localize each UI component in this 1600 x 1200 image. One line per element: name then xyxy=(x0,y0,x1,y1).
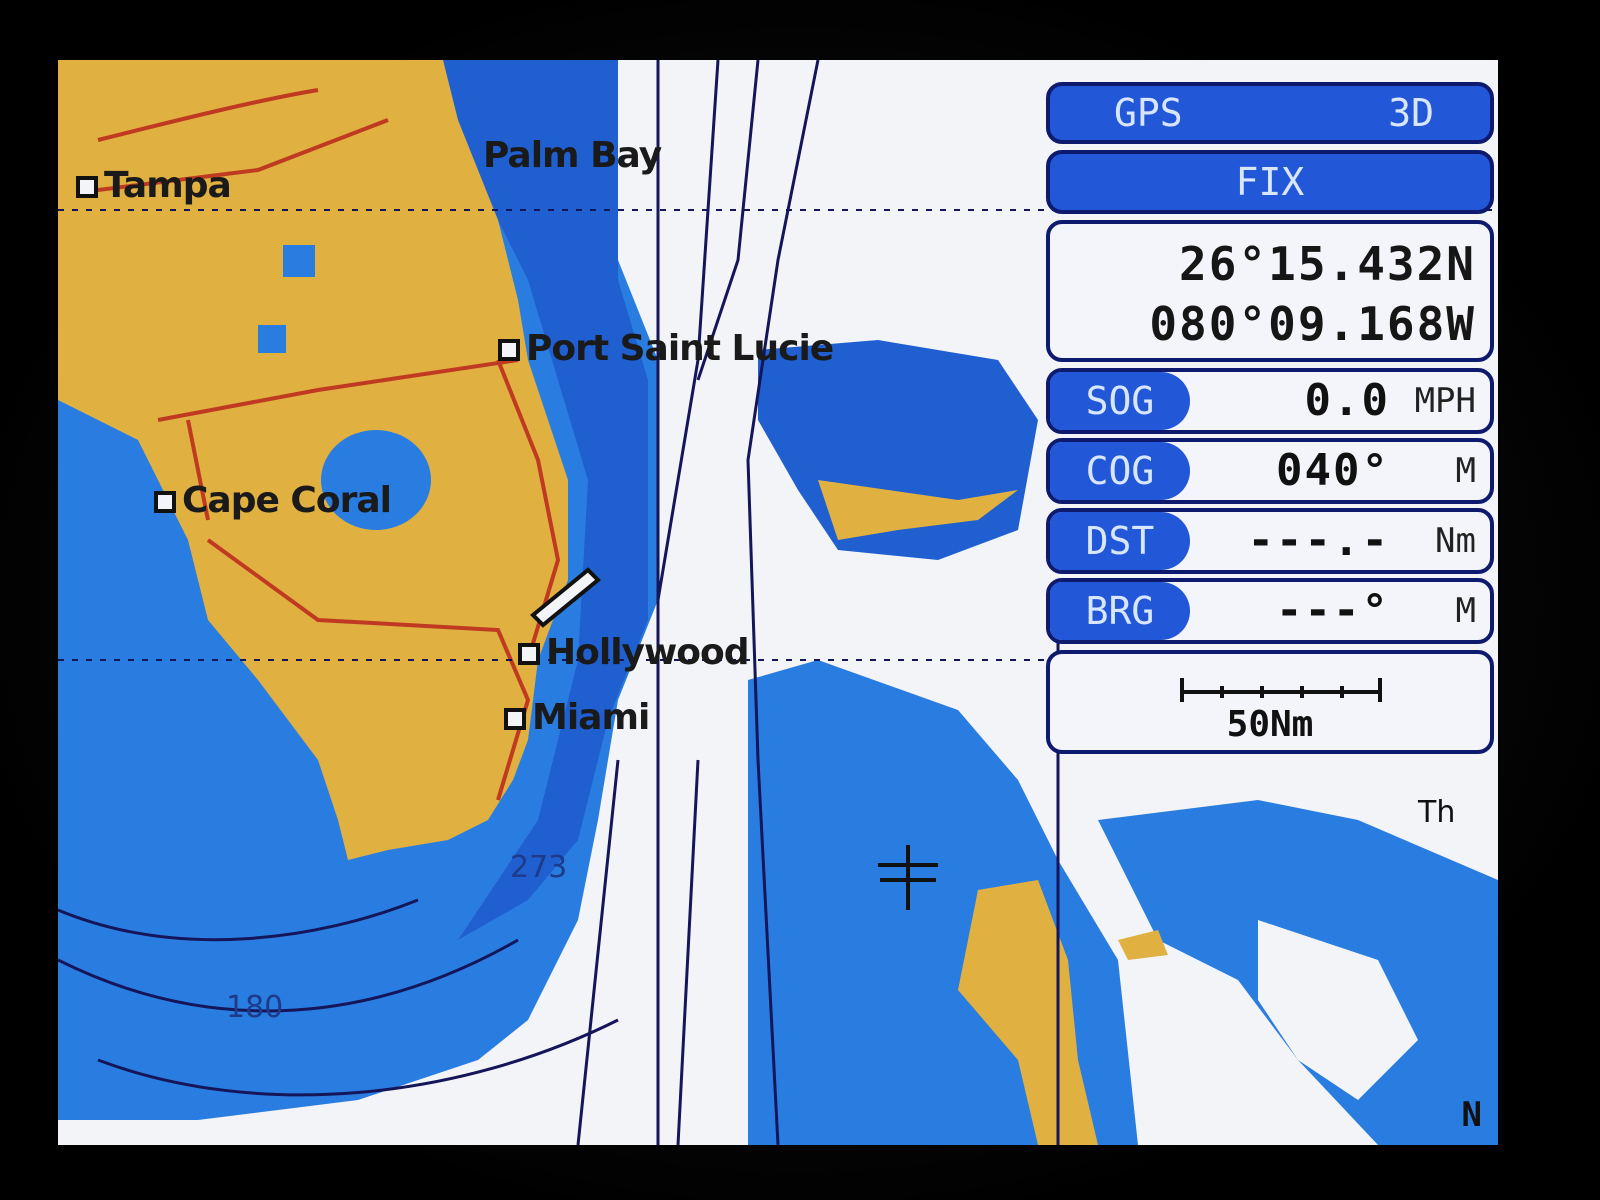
city-marker-icon xyxy=(518,643,540,665)
city-label-palm-bay[interactable]: Palm Bay xyxy=(483,135,662,176)
position-box: 26°15.432N 080°09.168W xyxy=(1046,220,1494,362)
cog-unit: M xyxy=(1455,451,1476,491)
gps-mode: 3D xyxy=(1388,91,1434,135)
scale-box: 50Nm xyxy=(1046,650,1494,754)
sog-unit: MPH xyxy=(1414,381,1476,421)
dst-unit: Nm xyxy=(1435,521,1476,561)
depth-label: 273 xyxy=(510,850,568,885)
cog-label: COG xyxy=(1050,442,1190,500)
sog-value: 0.0 xyxy=(1304,375,1390,426)
city-label-miami[interactable]: Miami xyxy=(504,697,650,738)
sog-label: SOG xyxy=(1050,372,1190,430)
dst-label: DST xyxy=(1050,512,1190,570)
city-marker-icon xyxy=(498,339,520,361)
inland-lake xyxy=(283,245,315,277)
fix-status-box: FIX xyxy=(1046,150,1494,214)
brg-value: ---° xyxy=(1276,585,1390,636)
latitude: 26°15.432N xyxy=(1179,237,1476,291)
cog-row[interactable]: COG 040° M xyxy=(1046,438,1494,504)
cog-value: 040° xyxy=(1276,445,1390,496)
north-up-indicator[interactable]: N xyxy=(1462,1095,1482,1135)
longitude: 080°09.168W xyxy=(1149,297,1476,351)
chart-screen[interactable]: Tampa Palm Bay Port Saint Lucie Cape Cor… xyxy=(58,60,1498,1145)
city-label-hollywood[interactable]: Hollywood xyxy=(518,632,749,673)
depth-label: 180 xyxy=(226,990,284,1025)
city-label-cape-coral[interactable]: Cape Coral xyxy=(154,480,392,521)
scale-label: 50Nm xyxy=(1226,704,1314,745)
brg-row[interactable]: BRG ---° M xyxy=(1046,578,1494,644)
city-label-tampa[interactable]: Tampa xyxy=(76,165,232,206)
sog-row[interactable]: SOG 0.0 MPH xyxy=(1046,368,1494,434)
brg-unit: M xyxy=(1455,591,1476,631)
city-label-port-saint-lucie[interactable]: Port Saint Lucie xyxy=(498,328,834,369)
dst-value: ---.- xyxy=(1247,515,1390,566)
gps-label: GPS xyxy=(1114,91,1183,135)
city-marker-icon xyxy=(504,708,526,730)
scale-bar-icon xyxy=(1180,678,1382,702)
fix-label: FIX xyxy=(1235,160,1305,204)
city-marker-icon xyxy=(76,176,98,198)
city-marker-icon xyxy=(154,491,176,513)
inland-lake xyxy=(258,325,286,353)
brg-label: BRG xyxy=(1050,582,1190,640)
dst-row[interactable]: DST ---.- Nm xyxy=(1046,508,1494,574)
gps-status-box: GPS 3D xyxy=(1046,82,1494,144)
gps-info-panel: GPS 3D FIX 26°15.432N 080°09.168W SOG 0.… xyxy=(1046,72,1498,1145)
